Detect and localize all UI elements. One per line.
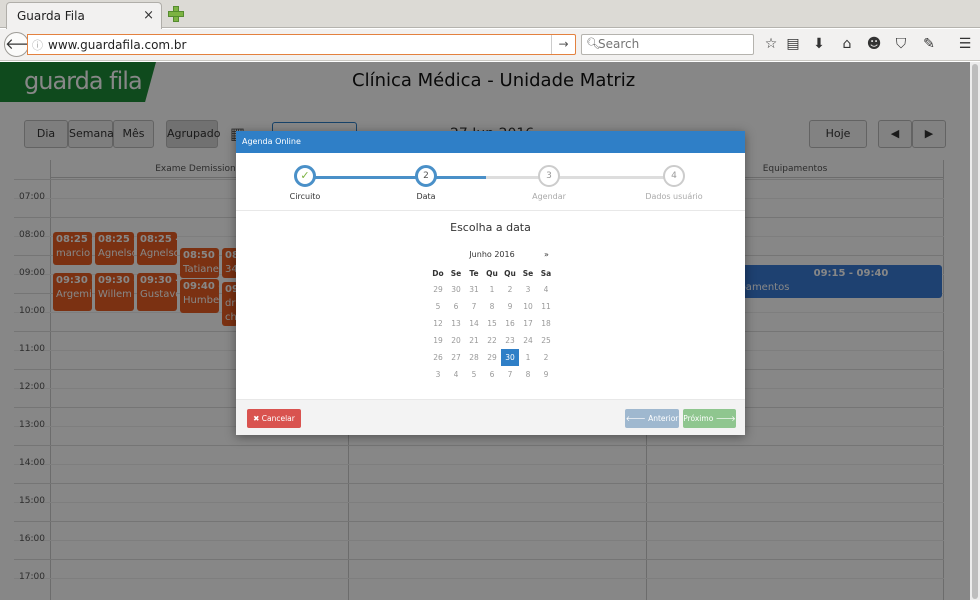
weekday-label: Qu <box>504 268 516 278</box>
step-circle[interactable]: 2 <box>415 165 437 187</box>
close-tab-icon[interactable]: × <box>143 8 154 23</box>
day-cell[interactable]: 1 <box>483 281 501 298</box>
step-circle[interactable]: 4 <box>663 165 685 187</box>
day-cell[interactable]: 17 <box>519 315 537 332</box>
page-scrollbar[interactable] <box>970 62 980 600</box>
day-cell[interactable]: 15 <box>483 315 501 332</box>
day-cell[interactable]: 14 <box>465 315 483 332</box>
home-icon[interactable]: ⌂ <box>838 35 856 53</box>
weekday-label: Sa <box>540 268 552 278</box>
day-cell[interactable]: 29 <box>483 349 501 366</box>
day-cell[interactable]: 30 <box>501 349 519 366</box>
choose-date-heading: Escolha a data <box>450 221 531 234</box>
day-cell[interactable]: 2 <box>537 349 555 366</box>
day-cell[interactable]: 20 <box>447 332 465 349</box>
day-cell[interactable]: 22 <box>483 332 501 349</box>
day-cell[interactable]: 24 <box>519 332 537 349</box>
day-cell[interactable]: 6 <box>483 366 501 383</box>
step-check-icon[interactable]: ✓ <box>294 165 316 187</box>
day-cell[interactable]: 12 <box>429 315 447 332</box>
datepicker-grid: Do Se Te Qu Qu Se Sa 29 30 31 1 2 3 4 5 6 7 8 9 10 11 12 13 14… <box>429 265 555 383</box>
day-cell[interactable]: 29 <box>429 281 447 298</box>
tab-title: Guarda Fila <box>17 9 85 23</box>
tab-bar: Guarda Fila × <box>0 0 980 29</box>
day-cell[interactable]: 5 <box>465 366 483 383</box>
extension-icon[interactable]: ✎ <box>920 35 938 53</box>
back-button[interactable]: 🡐 <box>4 32 45 57</box>
weekday-label: Se <box>522 268 534 278</box>
agenda-modal: Agenda Online ✓ 2 3 4 Circuito Data Agen… <box>236 131 745 435</box>
day-cell[interactable]: 9 <box>501 298 519 315</box>
weekday-label: Qu <box>486 268 498 278</box>
browser-tab[interactable]: Guarda Fila × <box>6 2 162 29</box>
next-step-button[interactable]: Próximo 🡒 <box>683 409 736 428</box>
url-text[interactable]: www.guardafila.com.br <box>48 38 186 52</box>
modal-footer: ✖ Cancelar 🡐 Anterior Próximo 🡒 <box>236 399 745 435</box>
wizard-steps: ✓ 2 3 4 Circuito Data Agendar Dados usuá… <box>236 153 745 211</box>
weekday-label: Do <box>432 268 444 278</box>
chat-icon[interactable]: ☻ <box>865 35 883 53</box>
day-cell[interactable]: 7 <box>501 366 519 383</box>
day-cell[interactable]: 19 <box>429 332 447 349</box>
menu-icon[interactable]: ☰ <box>956 35 974 53</box>
modal-title: Agenda Online <box>236 131 745 153</box>
day-cell[interactable]: 10 <box>519 298 537 315</box>
day-cell[interactable]: 28 <box>465 349 483 366</box>
day-cell[interactable]: 9 <box>537 366 555 383</box>
day-cell[interactable]: 27 <box>447 349 465 366</box>
day-cell[interactable]: 4 <box>537 281 555 298</box>
day-cell[interactable]: 8 <box>483 298 501 315</box>
weekday-label: Se <box>450 268 462 278</box>
pocket-icon[interactable]: ⛉ <box>892 35 910 53</box>
step-label: Circuito <box>289 192 321 201</box>
nav-bar: 🡐 ⓘ www.guardafila.com.br → 🔍︎ ☆ ▤ ⬇ ⌂ ☻… <box>0 29 980 61</box>
new-tab-icon[interactable] <box>168 6 184 22</box>
star-icon[interactable]: ☆ <box>762 35 780 53</box>
url-bar[interactable]: ⓘ www.guardafila.com.br → <box>27 34 576 55</box>
day-cell[interactable]: 25 <box>537 332 555 349</box>
datepicker-next-icon[interactable]: » <box>544 250 549 259</box>
previous-button[interactable]: 🡐 Anterior <box>625 409 679 428</box>
day-cell[interactable]: 16 <box>501 315 519 332</box>
search-input[interactable] <box>598 37 748 51</box>
day-cell[interactable]: 30 <box>447 281 465 298</box>
day-cell[interactable]: 31 <box>465 281 483 298</box>
step-label: Agendar <box>532 192 566 201</box>
day-cell[interactable]: 5 <box>429 298 447 315</box>
step-label: Data <box>416 192 436 201</box>
day-cell[interactable]: 13 <box>447 315 465 332</box>
day-cell[interactable]: 8 <box>519 366 537 383</box>
day-cell[interactable]: 1 <box>519 349 537 366</box>
datepicker-month[interactable]: Junho 2016 <box>429 250 555 259</box>
info-icon[interactable]: ⓘ <box>32 37 43 53</box>
day-cell[interactable]: 23 <box>501 332 519 349</box>
day-cell[interactable]: 4 <box>447 366 465 383</box>
step-label: Dados usuário <box>645 192 703 201</box>
go-arrow-icon[interactable]: → <box>551 35 575 54</box>
weekday-label: Te <box>469 268 479 278</box>
day-cell[interactable]: 2 <box>501 281 519 298</box>
cancel-button[interactable]: ✖ Cancelar <box>247 409 301 428</box>
day-cell[interactable]: 3 <box>519 281 537 298</box>
day-cell[interactable]: 21 <box>465 332 483 349</box>
day-cell[interactable]: 26 <box>429 349 447 366</box>
day-cell[interactable]: 11 <box>537 298 555 315</box>
step-circle[interactable]: 3 <box>538 165 560 187</box>
day-cell[interactable]: 18 <box>537 315 555 332</box>
day-cell[interactable]: 3 <box>429 366 447 383</box>
download-icon[interactable]: ⬇ <box>810 35 828 53</box>
day-cell[interactable]: 6 <box>447 298 465 315</box>
reading-list-icon[interactable]: ▤ <box>784 35 802 53</box>
day-cell[interactable]: 7 <box>465 298 483 315</box>
search-bar[interactable]: 🔍︎ <box>581 34 754 55</box>
